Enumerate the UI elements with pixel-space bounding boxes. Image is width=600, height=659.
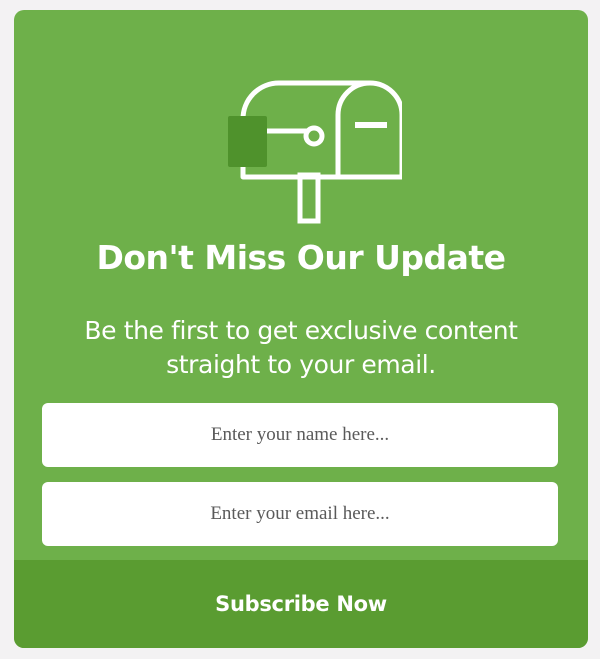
subscribe-card: Don't Miss Our Update Be the first to ge… (14, 10, 588, 648)
subtitle-line-2: straight to your email. (166, 350, 436, 379)
page-title: Don't Miss Our Update (96, 238, 506, 277)
subscribe-button[interactable]: Subscribe Now (14, 560, 588, 648)
email-input[interactable] (42, 482, 558, 546)
mailbox-icon (228, 80, 402, 224)
name-input[interactable] (42, 403, 558, 467)
subtitle-line-1: Be the first to get exclusive content (84, 316, 518, 345)
subtitle: Be the first to get exclusive content st… (34, 314, 568, 382)
